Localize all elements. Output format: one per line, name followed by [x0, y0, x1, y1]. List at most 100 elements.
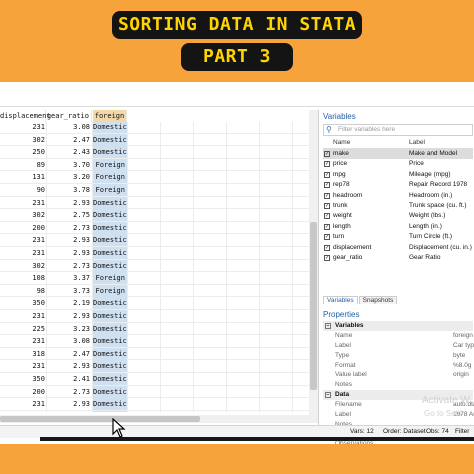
table-row[interactable]: 231 3.08 Domestic	[0, 122, 318, 134]
cell-foreign[interactable]: Domestic	[93, 361, 127, 373]
cell-displacement[interactable]: 231	[0, 399, 45, 410]
cell-displacement[interactable]: 231	[0, 235, 45, 246]
cell-displacement[interactable]: 90	[0, 185, 45, 196]
cell-foreign[interactable]: Domestic	[93, 386, 127, 398]
table-row[interactable]: 225 3.23 Domestic	[0, 323, 318, 336]
table-row[interactable]: 302 2.73 Domestic	[0, 260, 318, 273]
property-row[interactable]: Format %8.0g	[323, 361, 473, 371]
variable-row[interactable]: ✓ weight Weight (lbs.)	[323, 211, 473, 221]
cell-gear-ratio[interactable]: 2.75	[48, 210, 90, 221]
cell-foreign[interactable]: Domestic	[93, 374, 127, 385]
table-row[interactable]: 89 3.70 Foreign	[0, 159, 318, 172]
checkbox-checked-icon[interactable]: ✓	[324, 255, 330, 261]
cell-gear-ratio[interactable]: 2.93	[48, 399, 90, 410]
checkbox-checked-icon[interactable]: ✓	[324, 151, 330, 157]
table-row[interactable]: 318 2.47 Domestic	[0, 348, 318, 361]
property-row[interactable]: Name foreign	[323, 331, 473, 341]
cell-gear-ratio[interactable]: 2.93	[48, 235, 90, 246]
cell-displacement[interactable]: 231	[0, 122, 45, 133]
cell-foreign[interactable]: Foreign	[93, 159, 127, 171]
checkbox-checked-icon[interactable]: ✓	[324, 192, 330, 199]
cell-foreign[interactable]: Domestic	[93, 248, 127, 259]
table-row[interactable]: 350 2.19 Domestic	[0, 298, 318, 310]
table-row[interactable]: 231 2.93 Domestic	[0, 311, 318, 323]
cell-displacement[interactable]: 318	[0, 349, 45, 360]
variable-row[interactable]: ✓ length Length (in.)	[323, 222, 473, 232]
checkbox-checked-icon[interactable]: ✓	[324, 171, 330, 178]
cell-foreign[interactable]: Foreign	[93, 185, 127, 196]
cell-foreign[interactable]: Domestic	[93, 134, 127, 146]
cell-foreign[interactable]: Domestic	[93, 260, 127, 272]
table-row[interactable]: 131 3.20 Foreign	[0, 172, 318, 184]
cell-gear-ratio[interactable]: 2.19	[48, 298, 90, 309]
cell-displacement[interactable]: 350	[0, 374, 45, 385]
collapse-icon[interactable]: −	[325, 323, 331, 329]
table-row[interactable]: 98 3.73 Foreign	[0, 285, 318, 298]
column-header-foreign[interactable]: foreign	[93, 110, 127, 122]
tab-variables[interactable]: Variables	[323, 296, 358, 304]
cell-foreign[interactable]: Domestic	[93, 399, 127, 411]
cell-displacement[interactable]: 225	[0, 324, 45, 335]
cell-displacement[interactable]: 302	[0, 135, 45, 146]
name-column-header[interactable]: Name	[333, 139, 350, 146]
cell-gear-ratio[interactable]: 2.93	[48, 198, 90, 209]
cell-gear-ratio[interactable]: 3.20	[48, 172, 90, 183]
cell-gear-ratio[interactable]: 3.73	[48, 286, 90, 297]
variable-row[interactable]: ✓ trunk Trunk space (cu. ft.)	[323, 201, 473, 211]
cell-foreign[interactable]: Foreign	[93, 273, 127, 285]
cell-foreign[interactable]: Domestic	[93, 323, 127, 335]
cell-foreign[interactable]: Domestic	[93, 348, 127, 360]
tab-snapshots[interactable]: Snapshots	[358, 296, 398, 304]
variable-row[interactable]: ✓ make Make and Model	[323, 149, 473, 160]
checkbox-checked-icon[interactable]: ✓	[324, 161, 330, 168]
cell-gear-ratio[interactable]: 2.43	[48, 147, 90, 158]
cell-displacement[interactable]: 231	[0, 361, 45, 372]
cell-gear-ratio[interactable]: 2.47	[48, 135, 90, 146]
property-row[interactable]: Type byte	[323, 351, 473, 361]
cell-gear-ratio[interactable]: 2.93	[48, 248, 90, 259]
table-row[interactable]: 200 2.73 Domestic	[0, 386, 318, 399]
collapse-icon[interactable]: −	[325, 392, 331, 398]
cell-foreign[interactable]: Domestic	[93, 298, 127, 310]
cell-gear-ratio[interactable]: 3.78	[48, 185, 90, 196]
cell-foreign[interactable]: Domestic	[93, 336, 127, 348]
checkbox-checked-icon[interactable]: ✓	[324, 244, 330, 251]
table-row[interactable]: 231 2.93 Domestic	[0, 197, 318, 210]
column-header-gear-ratio[interactable]: gear_ratio	[46, 110, 92, 122]
table-row[interactable]: 302 2.75 Domestic	[0, 210, 318, 222]
cell-gear-ratio[interactable]: 3.08	[48, 122, 90, 133]
properties-section-variables[interactable]: − Variables	[323, 321, 473, 331]
checkbox-checked-icon[interactable]: ✓	[324, 203, 330, 209]
grid-vertical-scroll-thumb[interactable]	[310, 222, 317, 390]
cell-displacement[interactable]: 131	[0, 172, 45, 183]
table-row[interactable]: 231 3.08 Domestic	[0, 336, 318, 348]
cell-displacement[interactable]: 231	[0, 311, 45, 322]
cell-foreign[interactable]: Foreign	[93, 172, 127, 184]
cell-gear-ratio[interactable]: 3.23	[48, 324, 90, 335]
table-row[interactable]: 108 3.37 Foreign	[0, 273, 318, 285]
cell-displacement[interactable]: 98	[0, 286, 45, 297]
cell-displacement[interactable]: 200	[0, 223, 45, 234]
table-row[interactable]: 250 2.43 Domestic	[0, 147, 318, 159]
cell-gear-ratio[interactable]: 2.73	[48, 223, 90, 234]
table-row[interactable]: 231 2.93 Domestic	[0, 361, 318, 373]
table-row[interactable]: 231 2.93 Domestic	[0, 235, 318, 247]
cell-displacement[interactable]: 302	[0, 210, 45, 221]
cell-foreign[interactable]: Domestic	[93, 122, 127, 133]
cell-gear-ratio[interactable]: 2.93	[48, 311, 90, 322]
cell-displacement[interactable]: 231	[0, 198, 45, 209]
column-header-displacement[interactable]: displacement	[0, 110, 51, 122]
cell-gear-ratio[interactable]: 2.73	[48, 387, 90, 398]
variable-row[interactable]: ✓ headroom Headroom (in.)	[323, 191, 473, 201]
cell-foreign[interactable]: Domestic	[93, 197, 127, 209]
cell-foreign[interactable]: Domestic	[93, 222, 127, 234]
cell-gear-ratio[interactable]: 2.41	[48, 374, 90, 385]
cell-foreign[interactable]: Domestic	[93, 147, 127, 159]
data-grid[interactable]: displacement gear_ratio foreign 231 3.08 D…	[0, 110, 318, 412]
grid-horizontal-scroll-thumb[interactable]	[0, 416, 200, 422]
cell-displacement[interactable]: 108	[0, 273, 45, 284]
cell-displacement[interactable]: 250	[0, 147, 45, 158]
property-row[interactable]: Label Car type	[323, 341, 474, 351]
cell-displacement[interactable]: 231	[0, 248, 45, 259]
property-row[interactable]: Notes	[323, 380, 473, 390]
